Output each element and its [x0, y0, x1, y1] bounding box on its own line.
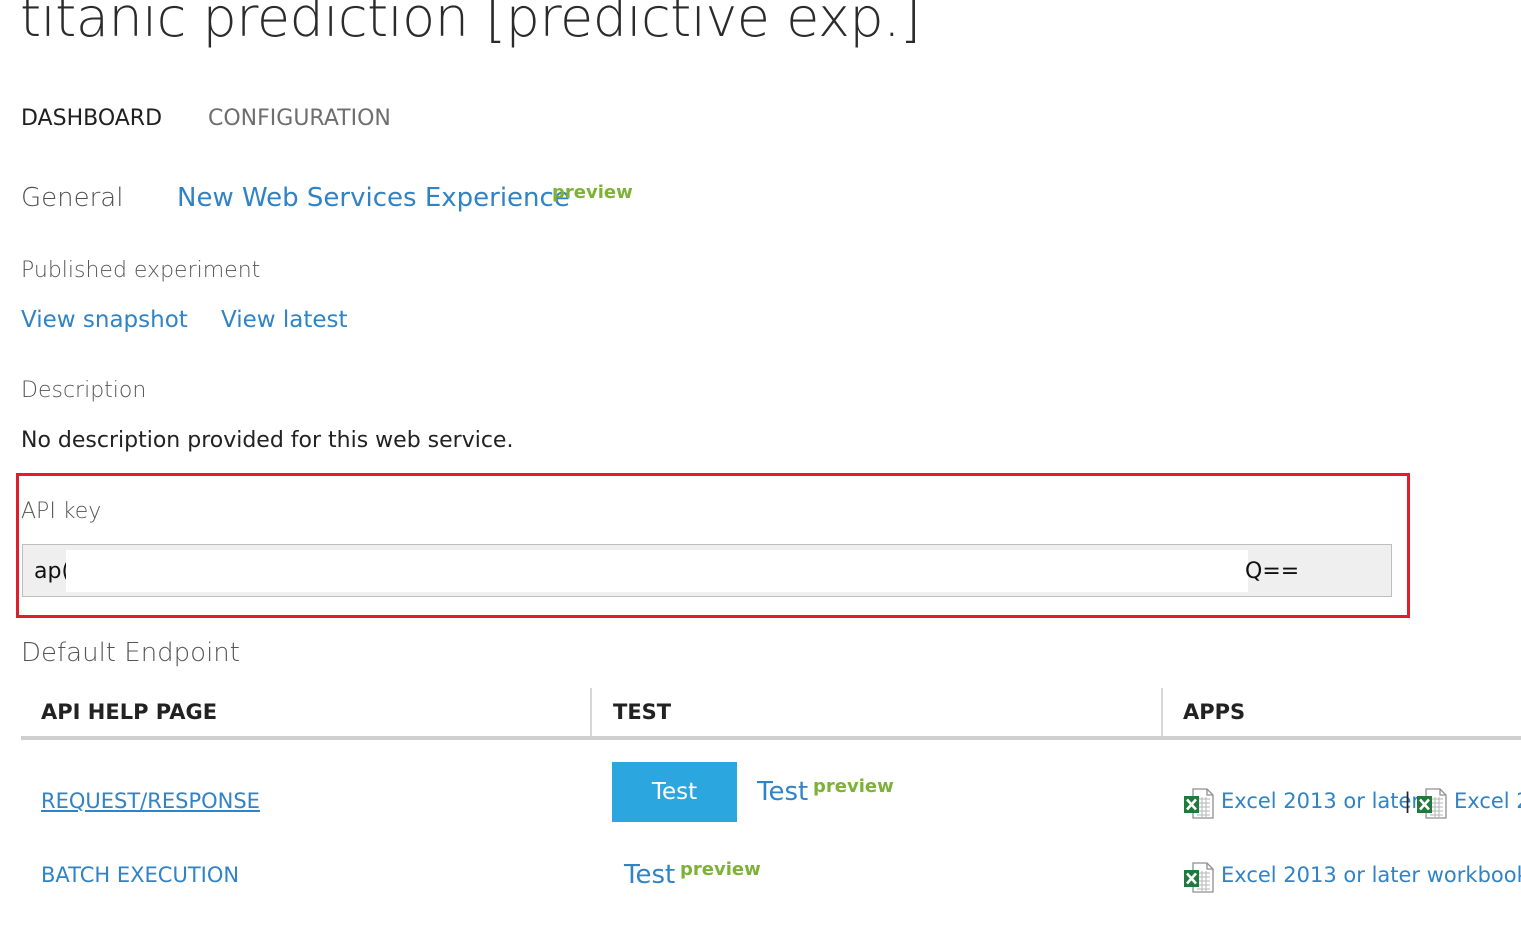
column-divider — [590, 688, 592, 736]
description-label: Description — [21, 378, 147, 403]
excel-icon — [1184, 862, 1214, 893]
column-header-apps: APPS — [1183, 700, 1246, 724]
column-header-test: TEST — [613, 700, 672, 724]
api-key-label: API key — [21, 499, 102, 524]
published-experiment-label: Published experiment — [21, 258, 261, 283]
tab-dashboard[interactable]: DASHBOARD — [21, 106, 162, 131]
test-button[interactable]: Test — [612, 762, 737, 822]
default-endpoint-label: Default Endpoint — [21, 638, 240, 668]
excel-2013-workbook-link[interactable]: Excel 2013 or later workbook — [1221, 863, 1521, 887]
api-key-value-start: ap( — [34, 559, 71, 584]
column-divider — [1161, 688, 1163, 736]
request-response-link[interactable]: REQUEST/RESPONSE — [41, 789, 260, 813]
tab-configuration[interactable]: CONFIGURATION — [208, 106, 391, 131]
preview-badge: preview — [680, 859, 761, 880]
view-snapshot-link[interactable]: View snapshot — [21, 307, 188, 333]
description-text: No description provided for this web ser… — [21, 428, 514, 453]
page-title: titanic prediction [predictive exp.] — [20, 0, 921, 49]
excel-icon — [1417, 788, 1447, 819]
apps-separator: | — [1404, 789, 1412, 813]
excel-2013-link[interactable]: Excel 2013 or later — [1221, 789, 1420, 813]
preview-badge: preview — [552, 182, 633, 203]
api-key-field[interactable]: ap( Q== — [22, 544, 1392, 597]
view-latest-link[interactable]: View latest — [221, 307, 348, 333]
api-key-value-end: Q== — [1245, 559, 1300, 584]
api-key-redaction — [66, 550, 1248, 592]
test-preview-link[interactable]: Test — [624, 860, 675, 890]
preview-badge: preview — [813, 776, 894, 797]
header-rule — [21, 736, 1521, 740]
general-label: General — [21, 183, 124, 213]
new-web-services-link[interactable]: New Web Services Experience — [177, 183, 570, 213]
batch-execution-link[interactable]: BATCH EXECUTION — [41, 863, 239, 887]
test-preview-link[interactable]: Test — [757, 777, 808, 807]
excel-2-link[interactable]: Excel 2 — [1454, 789, 1521, 813]
excel-icon — [1184, 788, 1214, 819]
column-header-api-help: API HELP PAGE — [41, 700, 218, 724]
